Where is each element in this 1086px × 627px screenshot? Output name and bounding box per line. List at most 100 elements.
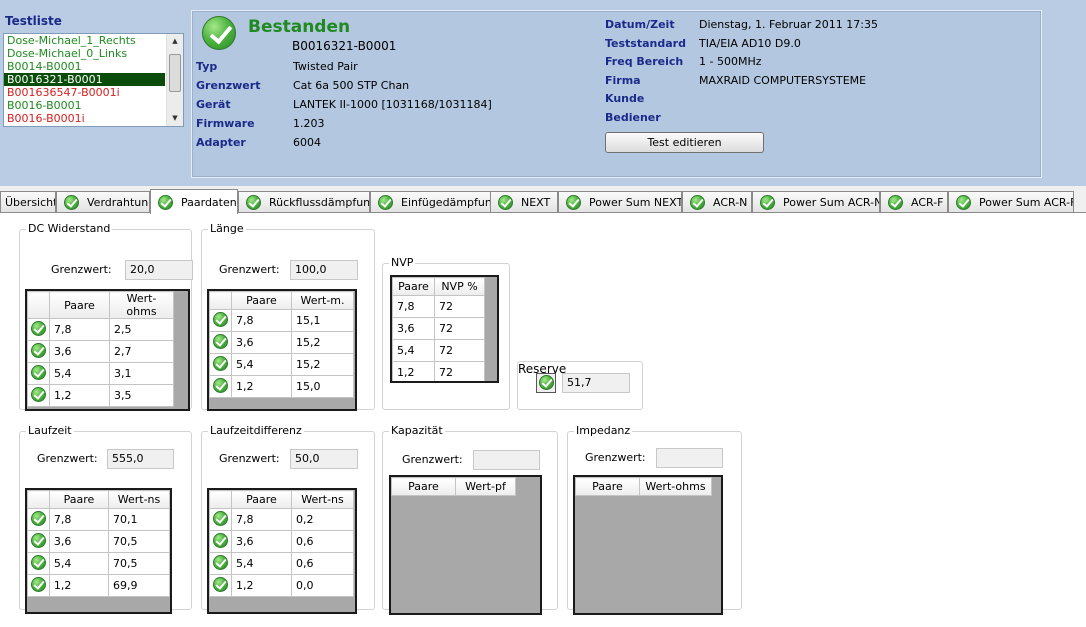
paardaten-content: DC Widerstand Grenzwert: 20,0 Paare Wert-ohm…: [0, 213, 1086, 627]
tab-item[interactable]: Power Sum ACR-F: [948, 191, 1074, 213]
testlist-item[interactable]: Dose-Michael_1_Rechts: [4, 34, 165, 47]
testlist-listbox[interactable]: Dose-Michael_1_Rechts Dose-Michael_0_Link…: [3, 33, 184, 127]
testlist-scrollbar[interactable]: ▲ ▼: [166, 34, 183, 126]
table-row[interactable]: 1,2 69,9: [27, 574, 170, 597]
table-row[interactable]: 1,2 0,0: [209, 574, 354, 597]
tab-item[interactable]: Paardaten: [150, 189, 238, 214]
tab-item[interactable]: ACR-N: [682, 191, 752, 213]
limit-value: 20,0: [125, 260, 193, 280]
header-cell: [27, 291, 50, 319]
pass-check-icon: [498, 195, 513, 210]
group-laenge: Länge Grenzwert: 100,0 Paare Wert-m. 7,8 15,1 3…: [201, 222, 375, 411]
tab-label: Verdrahtung: [87, 196, 150, 209]
tab-item[interactable]: Power Sum ACR-N: [752, 191, 880, 213]
tab-item[interactable]: ACR-F: [880, 191, 948, 213]
pass-check-icon: [539, 375, 554, 390]
table-row[interactable]: 1,2 15,0: [209, 375, 354, 398]
tab-label: Übersicht: [5, 196, 56, 209]
tab-item[interactable]: NEXT: [490, 191, 558, 213]
table-cell: 3,6: [231, 530, 292, 553]
group-impedanz: Impedanz Grenzwert: Paare Wert-ohms: [567, 424, 742, 615]
field-value: 1 - 500MHz: [699, 55, 762, 68]
table-row[interactable]: 3,6 70,5: [27, 530, 170, 553]
tab-item[interactable]: Power Sum NEXT: [558, 191, 682, 213]
field-label: Freq Bereich: [605, 55, 684, 68]
scroll-up-icon[interactable]: ▲: [167, 34, 183, 49]
testlist-item[interactable]: B001636547-B0001i: [4, 86, 165, 99]
table-cell: 1,2: [231, 375, 292, 398]
table-cell: 5,4: [231, 552, 292, 575]
column-header: Paare: [49, 291, 110, 319]
testlist-item[interactable]: B0016-B0001: [4, 99, 165, 112]
column-header: Paare: [575, 477, 640, 496]
table-row[interactable]: 3,6 2,7: [27, 340, 174, 363]
table-cell: 70,5: [107, 530, 170, 553]
tab-label: Power Sum NEXT: [589, 196, 682, 209]
limit-label: Grenzwert:: [402, 453, 463, 466]
pass-check-icon: [213, 333, 228, 349]
table-cell: 72: [434, 361, 485, 381]
column-header: Wert-ns: [107, 490, 170, 509]
table-cell: 7,8: [48, 508, 109, 531]
scroll-thumb[interactable]: [169, 54, 181, 92]
row-status: [27, 362, 50, 385]
group-reserve: Reserve 51,7: [517, 361, 643, 410]
table-row[interactable]: 5,4 3,1: [27, 362, 174, 385]
table-row[interactable]: 3,6 15,2: [209, 331, 354, 354]
table-row[interactable]: 5,4 72: [392, 339, 485, 362]
table-row[interactable]: 7,8 70,1: [27, 508, 170, 531]
table-row[interactable]: 7,8 15,1: [209, 309, 354, 332]
testlist-item[interactable]: B0016-B0001i: [4, 112, 165, 125]
edit-test-button[interactable]: Test editieren: [605, 132, 764, 153]
table-row[interactable]: 7,8 2,5: [27, 318, 174, 341]
table-cell: 7,8: [231, 508, 292, 531]
tab-item[interactable]: Rückflussdämpfung: [238, 191, 370, 213]
reserve-value: 51,7: [562, 373, 630, 393]
testlist-item[interactable]: Dose-Michael_0_Links: [4, 47, 165, 60]
column-header: Paare: [392, 277, 435, 296]
table-row[interactable]: 1,2 72: [392, 361, 485, 381]
tab-label: Paardaten: [181, 195, 237, 209]
table-row[interactable]: 3,6 0,6: [209, 530, 354, 553]
table-row[interactable]: 7,8 0,2: [209, 508, 354, 531]
limit-label: Grenzwert:: [51, 263, 112, 276]
table-row[interactable]: 1,2 3,5: [27, 384, 174, 407]
pass-check-icon: [31, 342, 46, 358]
group-kapazitaet: Kapazität Grenzwert: Paare Wert-pf: [382, 424, 558, 615]
testlist-item[interactable]: B0014-B0001: [4, 60, 165, 73]
table-cell: 70,5: [107, 552, 170, 575]
column-header: Wert-pf: [455, 477, 516, 496]
pass-check-icon: [213, 576, 228, 592]
pass-check-icon: [31, 364, 46, 380]
table-row[interactable]: 5,4 0,6: [209, 552, 354, 575]
field-label: Teststandard: [605, 36, 686, 50]
scroll-down-icon[interactable]: ▼: [167, 111, 183, 126]
table-cell: 7,8: [392, 295, 435, 318]
field-label: Grenzwert: [196, 79, 261, 92]
pass-check-icon: [956, 195, 971, 210]
table-cell: 3,1: [109, 362, 174, 385]
test-id: B0016321-B0001: [292, 39, 397, 53]
header-cell: [209, 291, 232, 310]
table-cell: 5,4: [231, 353, 292, 376]
row-status: [209, 331, 232, 354]
row-status: [209, 375, 232, 398]
row-status: [27, 552, 50, 575]
tab-item[interactable]: Übersicht: [0, 191, 56, 213]
table-row[interactable]: 5,4 70,5: [27, 552, 170, 575]
row-status: [27, 384, 50, 407]
data-grid: Paare Wert-pf: [389, 475, 542, 615]
column-header: Paare: [231, 490, 292, 509]
table-cell: 5,4: [392, 339, 435, 362]
tab-item[interactable]: Verdrahtung: [56, 191, 150, 213]
field-label: Datum/Zeit: [605, 18, 675, 31]
field-value: LANTEK II-1000 [1031168/1031184]: [293, 98, 492, 111]
testlist-item[interactable]: B0016321-B0001: [4, 73, 165, 86]
table-row[interactable]: 5,4 15,2: [209, 353, 354, 376]
table-row[interactable]: 3,6 72: [392, 317, 485, 340]
tab-item[interactable]: Einfügedämpfung: [370, 191, 492, 213]
table-cell: 3,6: [392, 317, 435, 340]
field-label: Adapter: [196, 136, 246, 149]
table-row[interactable]: 7,8 72: [392, 295, 485, 318]
pass-check-icon: [202, 16, 236, 50]
